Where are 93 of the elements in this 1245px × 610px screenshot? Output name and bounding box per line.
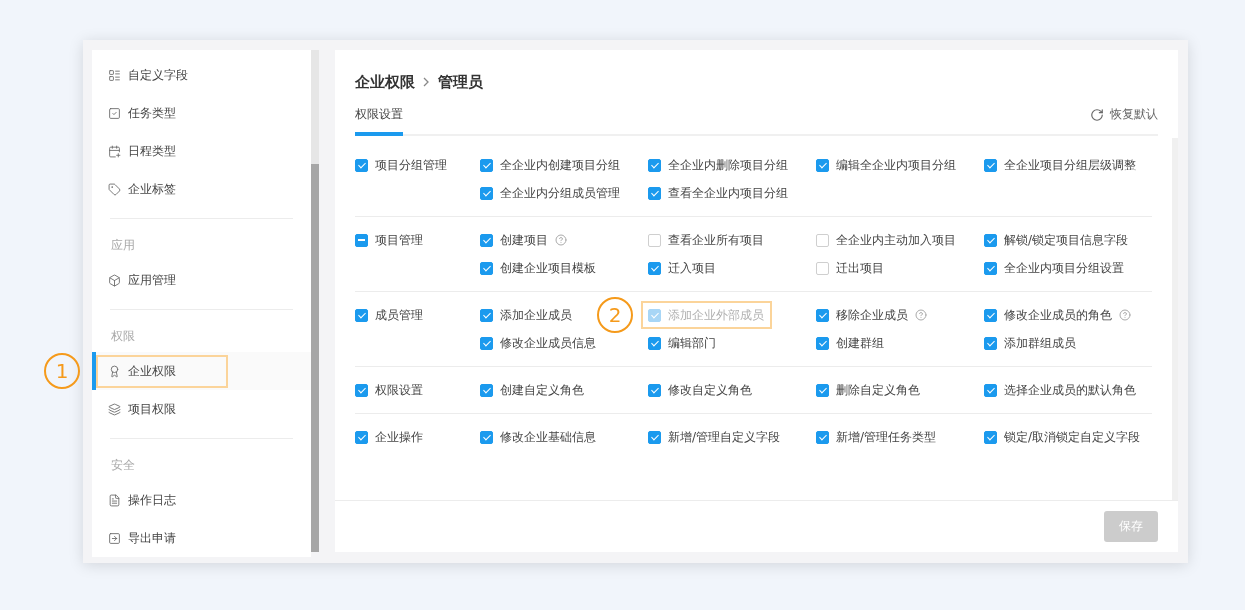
- checkbox[interactable]: [984, 336, 997, 350]
- checkbox[interactable]: [984, 308, 997, 322]
- callout-number: 2: [597, 297, 633, 333]
- checkbox[interactable]: [816, 261, 829, 275]
- permission-label: 选择企业成员的默认角色: [1004, 381, 1136, 399]
- layers-icon: [108, 402, 121, 416]
- checkbox[interactable]: [648, 158, 661, 172]
- permission-label: 创建企业项目模板: [500, 259, 596, 277]
- sidebar-item[interactable]: 企业权限: [92, 352, 311, 390]
- list-icon: [108, 68, 121, 82]
- award-icon: [108, 364, 121, 378]
- checkbox[interactable]: [480, 430, 493, 444]
- permission-label: 全企业内删除项目分组: [668, 156, 788, 174]
- checkbox[interactable]: [984, 158, 997, 172]
- checkbox[interactable]: [648, 430, 661, 444]
- checkbox[interactable]: [648, 383, 661, 397]
- cube-icon: [108, 273, 121, 287]
- checkbox[interactable]: [355, 383, 368, 397]
- calendar-icon: [108, 144, 121, 158]
- checkbox[interactable]: [984, 430, 997, 444]
- checkbox[interactable]: [816, 158, 829, 172]
- document-icon: [108, 493, 121, 507]
- export-icon: [108, 531, 121, 545]
- checkbox[interactable]: [984, 233, 997, 247]
- checkbox[interactable]: [355, 158, 368, 172]
- help-icon[interactable]: [1119, 309, 1131, 321]
- permission-label: 全企业项目分组层级调整: [1004, 156, 1136, 174]
- refresh-icon: [1090, 107, 1104, 122]
- checkbox[interactable]: [648, 336, 661, 350]
- permission-label: 修改企业成员的角色: [1004, 306, 1112, 324]
- section-title: 安全: [110, 457, 136, 474]
- permission-label: 新增/管理自定义字段: [668, 428, 781, 446]
- group-label: 成员管理: [375, 306, 423, 324]
- permission-label: 全企业内主动加入项目: [836, 231, 956, 249]
- permission-label: 添加群组成员: [1004, 334, 1076, 352]
- checkbox[interactable]: [816, 430, 829, 444]
- callout-number: 1: [44, 353, 80, 389]
- permission-label: 删除自定义角色: [836, 381, 920, 399]
- checkbox[interactable]: [816, 336, 829, 350]
- checkbox[interactable]: [816, 308, 829, 322]
- permission-label: 移除企业成员: [836, 306, 908, 324]
- permission-label: 创建群组: [836, 334, 884, 352]
- permission-label: 添加企业外部成员: [668, 306, 764, 324]
- permission-label: 创建自定义角色: [500, 381, 584, 399]
- permission-label: 解锁/锁定项目信息字段: [1004, 231, 1129, 249]
- group-label: 项目管理: [375, 231, 423, 249]
- permission-label: 创建项目: [500, 231, 548, 249]
- breadcrumb-item: 管理员: [438, 72, 483, 92]
- help-icon[interactable]: [555, 234, 567, 246]
- restore-default-button[interactable]: 恢复默认: [1090, 106, 1158, 134]
- help-icon[interactable]: [915, 309, 927, 321]
- checkbox[interactable]: [480, 261, 493, 275]
- checkbox[interactable]: [480, 383, 493, 397]
- tag-icon: [108, 182, 121, 196]
- tab[interactable]: 权限设置: [355, 106, 403, 136]
- checkbox[interactable]: [648, 261, 661, 275]
- checkbox[interactable]: [816, 383, 829, 397]
- checkbox[interactable]: [355, 233, 368, 247]
- permission-label: 修改企业成员信息: [500, 334, 596, 352]
- section-title: 权限: [110, 328, 136, 345]
- permission-label: 修改自定义角色: [668, 381, 752, 399]
- permission-label: 全企业内分组成员管理: [500, 184, 620, 202]
- checkbox-icon: [108, 106, 121, 120]
- checkbox[interactable]: [480, 158, 493, 172]
- permission-label: 查看全企业内项目分组: [668, 184, 788, 202]
- checkbox[interactable]: [816, 233, 829, 247]
- permission-label: 修改企业基础信息: [500, 428, 596, 446]
- permission-label: 添加企业成员: [500, 306, 572, 324]
- permission-label: 锁定/取消锁定自定义字段: [1004, 428, 1141, 446]
- checkbox[interactable]: [480, 233, 493, 247]
- checkbox[interactable]: [355, 308, 368, 322]
- permission-label: 迁入项目: [668, 259, 716, 277]
- permission-label: 编辑部门: [668, 334, 716, 352]
- permission-label: 新增/管理任务类型: [836, 428, 937, 446]
- breadcrumb-item[interactable]: 企业权限: [355, 72, 415, 92]
- checkbox[interactable]: [480, 336, 493, 350]
- permission-label: 迁出项目: [836, 259, 884, 277]
- permission-label: 全企业内项目分组设置: [1004, 259, 1124, 277]
- scrollbar[interactable]: [311, 50, 319, 552]
- permission-label: 编辑全企业内项目分组: [836, 156, 956, 174]
- permission-label: 全企业内创建项目分组: [500, 156, 620, 174]
- checkbox[interactable]: [480, 308, 493, 322]
- checkbox[interactable]: [648, 233, 661, 247]
- group-label: 项目分组管理: [375, 156, 447, 174]
- checkbox[interactable]: [355, 430, 368, 444]
- group-label: 企业操作: [375, 428, 423, 446]
- checkbox[interactable]: [480, 186, 493, 200]
- checkbox[interactable]: [648, 186, 661, 200]
- checkbox[interactable]: [984, 261, 997, 275]
- permission-label: 查看企业所有项目: [668, 231, 764, 249]
- checkbox[interactable]: [984, 383, 997, 397]
- group-label: 权限设置: [375, 381, 423, 399]
- section-title: 应用: [110, 237, 136, 254]
